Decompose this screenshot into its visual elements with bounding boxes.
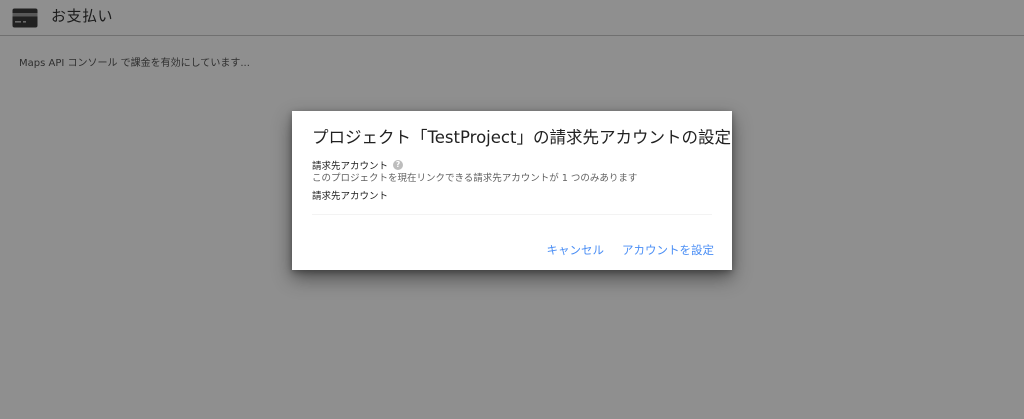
cancel-button[interactable]: キャンセル [547, 242, 605, 258]
billing-account-help-text: このプロジェクトを現在リンクできる請求先アカウントが 1 つのみあります [312, 173, 638, 184]
dialog-title: プロジェクト「TestProject」の請求先アカウントの設定 [312, 128, 731, 147]
billing-account-select[interactable] [312, 214, 712, 215]
billing-account-dialog: プロジェクト「TestProject」の請求先アカウントの設定 請求先アカウント… [292, 111, 732, 270]
billing-account-select-label: 請求先アカウント [312, 191, 389, 202]
billing-page: お支払い Maps API コンソール で課金を有効にしています... プロジェ… [0, 0, 1024, 419]
dialog-actions: キャンセル アカウントを設定 [547, 242, 715, 258]
help-icon[interactable]: ? [393, 160, 404, 170]
set-account-button[interactable]: アカウントを設定 [622, 242, 714, 258]
